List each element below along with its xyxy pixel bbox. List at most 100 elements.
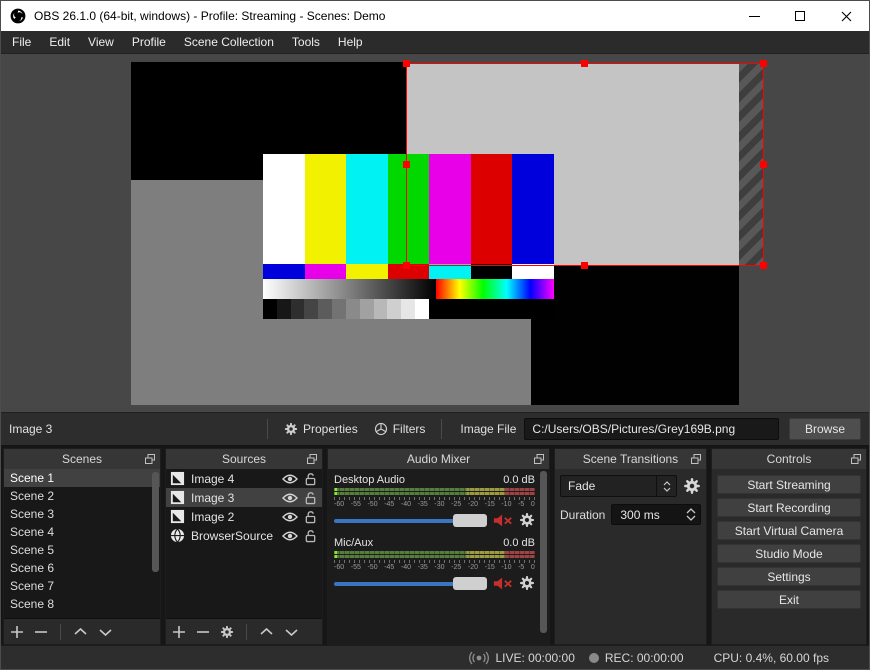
close-icon [841, 11, 851, 21]
start-streaming-button[interactable]: Start Streaming [717, 475, 861, 494]
scene-item[interactable]: Scene 7 [4, 577, 160, 595]
move-source-down-button[interactable] [284, 625, 299, 639]
menu-profile[interactable]: Profile [123, 31, 175, 53]
unlock-icon[interactable] [304, 472, 317, 486]
titlebar: OBS 26.1.0 (64-bit, windows) - Profile: … [1, 1, 869, 31]
filters-button[interactable]: Filters [366, 422, 434, 436]
meter-scale-labels: -60 -55 -50 -45 -40 -35 -30 -25 -20 -15 -10 -5 0 [334, 501, 535, 508]
exit-button[interactable]: Exit [717, 590, 861, 609]
image-file-label: Image File [460, 422, 517, 436]
popout-icon[interactable] [306, 453, 318, 465]
add-source-button[interactable] [172, 625, 186, 639]
menu-edit[interactable]: Edit [40, 31, 79, 53]
popout-icon[interactable] [850, 453, 862, 465]
transition-properties-gear-button[interactable] [683, 477, 701, 495]
visibility-eye-icon[interactable] [282, 473, 298, 485]
mute-speaker-icon[interactable] [493, 576, 513, 591]
visibility-eye-icon[interactable] [282, 530, 298, 542]
selection-handle-topleft[interactable] [403, 60, 410, 67]
source-item-selected[interactable]: Image 3 [166, 488, 322, 507]
spin-down-icon[interactable] [686, 515, 696, 521]
transition-selected-value: Fade [568, 479, 596, 493]
volume-slider-handle[interactable] [453, 513, 488, 527]
add-scene-button[interactable] [10, 625, 24, 639]
selection-handle-bottomleft[interactable] [403, 262, 410, 269]
duration-spinbox[interactable]: 300 ms [611, 504, 701, 525]
start-recording-button[interactable]: Start Recording [717, 498, 861, 517]
transition-select[interactable]: Fade [560, 475, 677, 497]
browse-button[interactable]: Browse [789, 418, 861, 440]
unlock-icon[interactable] [304, 510, 317, 524]
image-file-input[interactable] [524, 418, 779, 440]
start-virtual-camera-button[interactable]: Start Virtual Camera [717, 521, 861, 540]
unlock-icon[interactable] [304, 491, 317, 505]
scene-item[interactable]: Scene 5 [4, 541, 160, 559]
selection-handle-topmid[interactable] [581, 60, 588, 67]
source-item[interactable]: Image 4 [166, 469, 322, 488]
mixer-scrollbar[interactable] [540, 471, 547, 633]
source-properties-gear-button[interactable] [220, 625, 234, 639]
unlock-icon[interactable] [304, 529, 317, 543]
visibility-eye-icon[interactable] [282, 492, 298, 504]
popout-icon[interactable] [533, 453, 545, 465]
sources-dock-header[interactable]: Sources [166, 449, 322, 469]
scene-item[interactable]: Scene 6 [4, 559, 160, 577]
transition-select-spinner[interactable] [656, 476, 676, 496]
remove-source-button[interactable] [196, 625, 210, 639]
menu-scene-collection[interactable]: Scene Collection [175, 31, 283, 53]
selection-handle-midright[interactable] [760, 160, 767, 168]
close-button[interactable] [823, 1, 869, 31]
properties-button[interactable]: Properties [276, 422, 366, 436]
volume-meter [334, 551, 535, 559]
volume-slider-handle[interactable] [453, 576, 488, 590]
popout-icon[interactable] [690, 453, 702, 465]
remove-scene-button[interactable] [34, 625, 48, 639]
source-item[interactable]: BrowserSource [166, 526, 322, 545]
canvas-black-rect-bottomright[interactable] [531, 266, 739, 405]
source-selection-box[interactable] [403, 60, 767, 269]
scene-item[interactable]: Scene 4 [4, 523, 160, 541]
scenes-dock-header[interactable]: Scenes [4, 449, 160, 469]
settings-button[interactable]: Settings [717, 567, 861, 586]
minimize-button[interactable] [731, 1, 777, 31]
image-icon [170, 490, 185, 505]
menu-file[interactable]: File [3, 31, 40, 53]
volume-slider[interactable] [334, 576, 488, 590]
controls-dock-header[interactable]: Controls [712, 449, 866, 469]
channel-db-value: 0.0 dB [503, 537, 535, 549]
studio-mode-button[interactable]: Studio Mode [717, 544, 861, 563]
mute-speaker-icon[interactable] [493, 513, 513, 528]
scene-item[interactable]: Scene 3 [4, 505, 160, 523]
scenes-scrollbar[interactable] [152, 472, 159, 572]
mixer-dock-header[interactable]: Audio Mixer [328, 449, 549, 469]
scene-item[interactable]: Scene 1 [4, 469, 160, 487]
scene-transitions-dock: Scene Transitions Fade Duration 300 ms [554, 448, 707, 645]
move-scene-up-button[interactable] [73, 625, 88, 639]
selection-handle-midleft[interactable] [403, 160, 410, 168]
spin-up-icon[interactable] [686, 508, 696, 514]
maximize-button[interactable] [777, 1, 823, 31]
volume-slider[interactable] [334, 513, 488, 527]
selection-handle-topright[interactable] [760, 60, 767, 67]
maximize-icon [795, 11, 805, 21]
scene-item[interactable]: Scene 2 [4, 487, 160, 505]
preview-area[interactable] [1, 54, 869, 412]
menu-tools[interactable]: Tools [283, 31, 329, 53]
transitions-body: Fade Duration 300 ms [555, 469, 706, 644]
popout-icon[interactable] [144, 453, 156, 465]
channel-settings-gear-icon[interactable] [519, 575, 535, 591]
menu-help[interactable]: Help [329, 31, 372, 53]
selection-handle-bottommid[interactable] [581, 262, 588, 269]
visibility-eye-icon[interactable] [282, 511, 298, 523]
transitions-dock-header[interactable]: Scene Transitions [555, 449, 706, 469]
scene-item[interactable]: Scene 8 [4, 595, 160, 613]
move-source-up-button[interactable] [259, 625, 274, 639]
source-item[interactable]: Image 2 [166, 507, 322, 526]
menu-view[interactable]: View [79, 31, 123, 53]
mixer-channel-desktop-audio: Desktop Audio 0.0 dB -60 -55 -50 -45 -40 -35… [334, 474, 535, 528]
meter-tickmarks [334, 497, 535, 500]
move-scene-down-button[interactable] [98, 625, 113, 639]
selection-handle-bottomright[interactable] [760, 262, 767, 269]
channel-settings-gear-icon[interactable] [519, 512, 535, 528]
toolbar-separator [267, 419, 268, 439]
